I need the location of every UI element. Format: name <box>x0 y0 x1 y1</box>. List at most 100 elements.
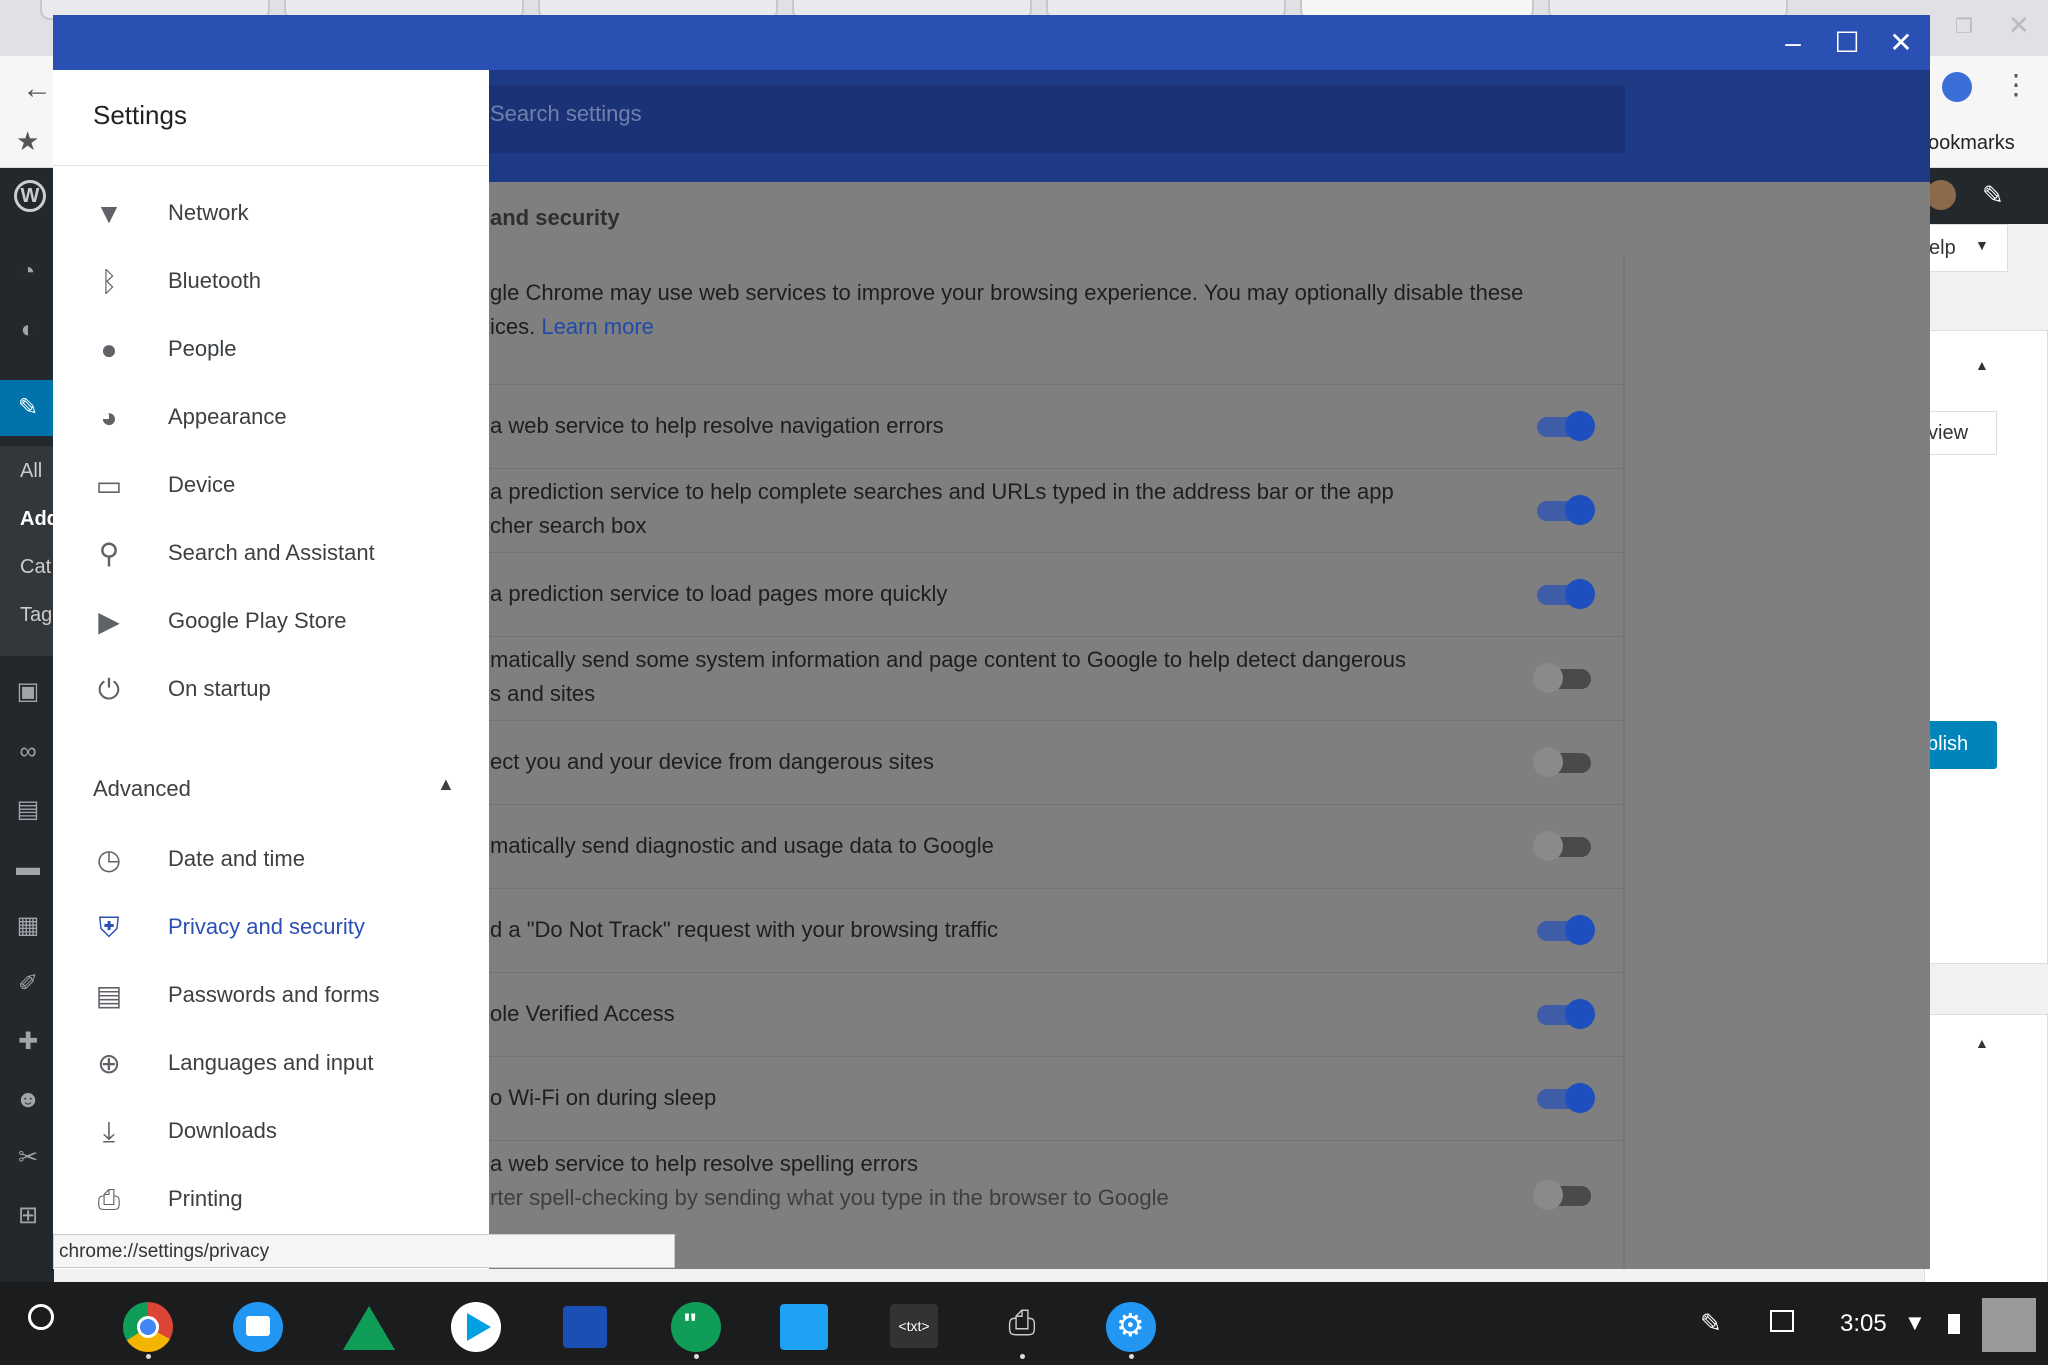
toggle-switch[interactable] <box>1537 495 1595 525</box>
users-icon[interactable]: ☻ <box>14 1086 42 1114</box>
setting-row[interactable]: matically send some system information a… <box>473 636 1625 720</box>
comments-icon[interactable]: ▬ <box>14 854 42 882</box>
toggle-switch[interactable] <box>1537 411 1595 441</box>
toggle-switch[interactable] <box>1537 1083 1595 1113</box>
notification-icon[interactable]: ✎ <box>1982 180 2004 211</box>
publish-button[interactable]: blish <box>1925 721 1997 769</box>
maximize-icon[interactable]: ☐ <box>1827 23 1867 63</box>
setting-line1: ole Verified Access <box>490 1001 675 1026</box>
help-tab[interactable]: elp ▼ <box>1924 224 2008 272</box>
setting-row[interactable]: ole Verified Access <box>473 972 1625 1056</box>
collapse-icon[interactable]: ▲ <box>1975 357 1989 373</box>
chrome-icon[interactable] <box>123 1302 173 1352</box>
learn-more-link[interactable]: Learn more <box>541 314 654 339</box>
setting-row[interactable]: a prediction service to load pages more … <box>473 552 1625 636</box>
avatar[interactable] <box>1982 1298 2036 1352</box>
nav-item-on-startup[interactable]: ⏻ On startup <box>53 656 489 724</box>
plugins-icon[interactable]: ✚ <box>14 1028 42 1056</box>
avatar[interactable] <box>1926 180 1956 210</box>
toggle-switch[interactable] <box>1533 663 1591 693</box>
launcher-icon[interactable] <box>28 1304 54 1330</box>
nav-item-appearance[interactable]: ◕ Appearance <box>53 384 489 452</box>
publish-panel: ▲ view blish <box>1924 330 2048 964</box>
restore-icon[interactable]: ❐ <box>1955 14 1973 39</box>
stylus-icon[interactable]: ✎ <box>1700 1308 1722 1339</box>
tools-icon[interactable]: ✂ <box>14 1144 42 1172</box>
wordpress-logo-icon[interactable]: W <box>14 180 46 212</box>
settings-wp-icon[interactable]: ⊞ <box>14 1202 42 1230</box>
nav-item-network[interactable]: ▼ Network <box>53 180 489 248</box>
search-input[interactable] <box>473 85 1625 153</box>
cast-print-icon[interactable]: ⎙ <box>998 1304 1046 1350</box>
wp-submenu-tags[interactable]: Tag <box>20 604 52 627</box>
toggle-knob <box>1533 1180 1563 1210</box>
toggle-switch[interactable] <box>1533 747 1591 777</box>
nav-item-date-and-time[interactable]: ◷ Date and time <box>53 826 489 894</box>
wifi-status-icon[interactable]: ▼ <box>1904 1310 1926 1336</box>
wp-submenu-categories[interactable]: Cat <box>20 556 51 579</box>
appearance-icon[interactable]: ✐ <box>14 970 42 998</box>
pages-icon[interactable]: ▤ <box>14 796 42 824</box>
setting-row[interactable]: matically send diagnostic and usage data… <box>473 804 1625 888</box>
nav-item-passwords-and-forms[interactable]: ▤ Passwords and forms <box>53 962 489 1030</box>
setting-row[interactable]: o Wi-Fi on during sleep <box>473 1056 1625 1140</box>
jetpack-icon[interactable]: ◐ <box>14 316 42 344</box>
toggle-switch[interactable] <box>1537 915 1595 945</box>
wp-posts-menu-active[interactable]: ✎ <box>0 380 54 436</box>
setting-row[interactable]: d a "Do Not Track" request with your bro… <box>473 888 1625 972</box>
dashboard-icon[interactable]: ◔ <box>14 258 42 286</box>
nav-label: Bluetooth <box>168 268 261 293</box>
twitter-icon[interactable] <box>780 1304 828 1350</box>
hangouts-icon[interactable]: " <box>671 1302 721 1352</box>
nav-item-downloads[interactable]: ⤓ Downloads <box>53 1098 489 1166</box>
pin-icon: ✎ <box>17 394 39 421</box>
clock[interactable]: 3:05 <box>1840 1310 1887 1338</box>
nav-item-printing[interactable]: ⎙ Printing <box>53 1166 489 1234</box>
play-store-icon: ▶ <box>98 606 120 637</box>
setting-row[interactable]: a prediction service to help complete se… <box>473 468 1625 552</box>
toggle-switch[interactable] <box>1537 999 1595 1029</box>
text-app-icon[interactable]: <txt> <box>890 1304 938 1348</box>
nav-item-google-play-store[interactable]: ▶ Google Play Store <box>53 588 489 656</box>
nav-label: Appearance <box>168 404 287 429</box>
setting-line1: ect you and your device from dangerous s… <box>490 749 934 774</box>
toggle-switch[interactable] <box>1537 579 1595 609</box>
nav-item-search-and-assistant[interactable]: ⚲ Search and Assistant <box>53 520 489 588</box>
setting-row[interactable]: ect you and your device from dangerous s… <box>473 720 1625 804</box>
feedback-icon[interactable]: ▦ <box>14 912 42 940</box>
close-icon[interactable]: ✕ <box>2008 10 2030 41</box>
back-icon[interactable]: ← <box>22 72 52 106</box>
bookmarks-label[interactable]: ookmarks <box>1928 132 2015 155</box>
media-icon[interactable]: ▣ <box>14 678 42 706</box>
links-icon[interactable]: ∞ <box>14 738 42 766</box>
collapse-icon[interactable]: ▲ <box>1975 1035 1989 1051</box>
caret-up-icon[interactable]: ▲ <box>437 774 455 795</box>
toggle-switch[interactable] <box>1533 831 1591 861</box>
files-icon[interactable] <box>233 1302 283 1352</box>
printer-icon: ⎙ <box>97 1184 121 1215</box>
tv-app-icon[interactable] <box>563 1306 607 1348</box>
advanced-label[interactable]: Advanced <box>93 776 191 802</box>
minimize-icon[interactable]: – <box>1773 23 1813 63</box>
setting-line2: rter spell-checking by sending what you … <box>490 1185 1169 1210</box>
publish-label: blish <box>1927 733 1969 755</box>
wifi-icon: ▼ <box>95 198 123 229</box>
drive-icon[interactable] <box>343 1306 395 1350</box>
nav-item-bluetooth[interactable]: ᛒ Bluetooth <box>53 248 489 316</box>
nav-item-device[interactable]: ▭ Device <box>53 452 489 520</box>
close-icon[interactable]: ✕ <box>1881 23 1921 63</box>
play-store-icon[interactable] <box>451 1302 501 1352</box>
setting-row[interactable]: a web service to help resolve navigation… <box>473 384 1625 468</box>
nav-item-privacy-and-security[interactable]: ⛨ Privacy and security <box>53 894 489 962</box>
wp-submenu-all[interactable]: All <box>20 460 42 483</box>
nav-item-languages-and-input[interactable]: ⊕ Languages and input <box>53 1030 489 1098</box>
preview-button[interactable]: view <box>1925 411 1997 455</box>
screenshot-icon[interactable] <box>1770 1310 1794 1332</box>
nav-item-people[interactable]: ● People <box>53 316 489 384</box>
toggle-switch[interactable] <box>1533 1180 1591 1210</box>
settings-icon[interactable]: ⚙ <box>1106 1302 1156 1352</box>
battery-icon[interactable] <box>1948 1314 1960 1334</box>
extension-icon[interactable] <box>1942 72 1972 102</box>
menu-icon[interactable]: ⋮ <box>2002 68 2030 101</box>
star-icon[interactable]: ★ <box>16 126 39 157</box>
